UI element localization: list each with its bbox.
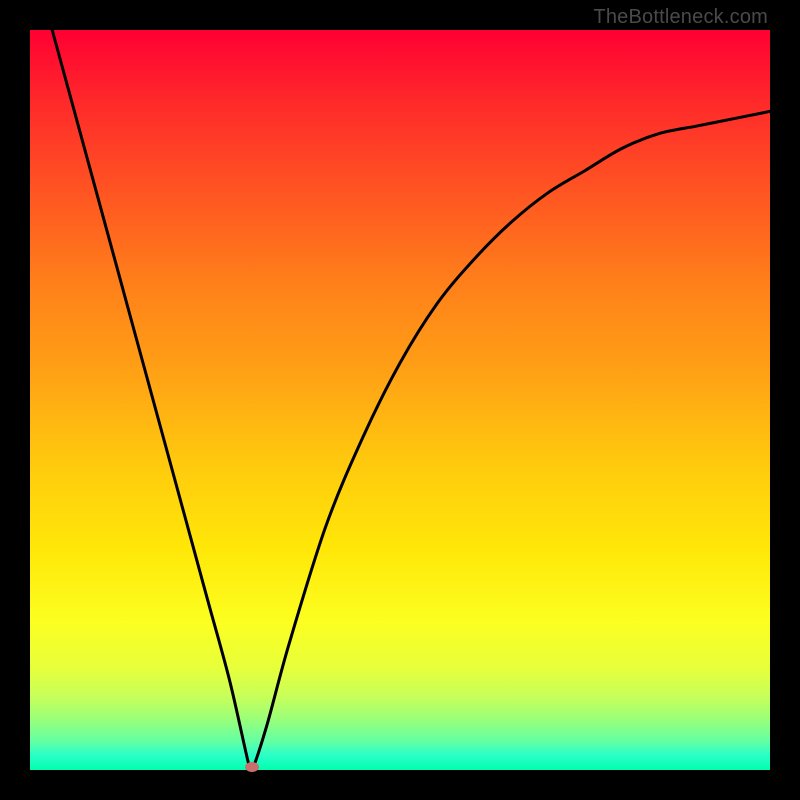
chart-frame: TheBottleneck.com [0,0,800,800]
curve-svg [30,30,770,770]
min-point-marker [245,762,259,772]
bottleneck-curve [52,30,770,770]
watermark-text: TheBottleneck.com [593,6,768,29]
